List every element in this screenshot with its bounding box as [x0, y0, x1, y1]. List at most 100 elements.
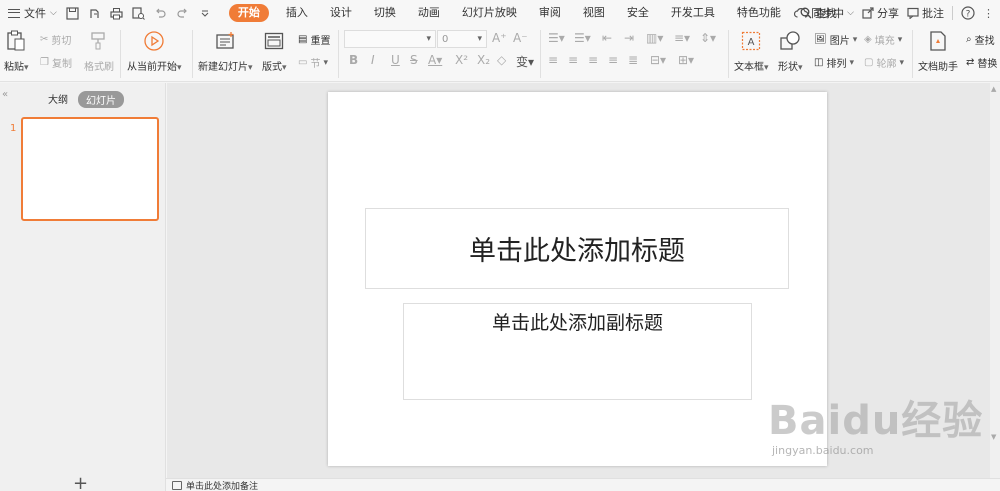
redo-icon[interactable] [175, 5, 191, 21]
textbox-icon: A [740, 30, 762, 52]
tab-insert[interactable]: 插入 [275, 0, 319, 26]
doc-assistant-label: 文档助手 [918, 62, 958, 73]
font-size-select[interactable]: 0 ▾ [437, 30, 487, 48]
align-text-icon[interactable]: ⊟▾ [650, 53, 666, 67]
tab-slides[interactable]: 幻灯片 [78, 91, 124, 108]
text-direction-icon[interactable]: ⇕▾ [700, 31, 716, 45]
divider [952, 6, 953, 20]
undo-icon[interactable] [153, 5, 169, 21]
scroll-down-icon[interactable]: ▼ [991, 433, 996, 441]
shape-button[interactable]: 形状▾ [778, 30, 803, 73]
tab-home[interactable]: 开始 [228, 4, 269, 22]
cut-button[interactable]: ✂ 剪切 [40, 32, 71, 47]
reset-button[interactable]: ▤ 重置 [298, 32, 330, 47]
font-family-select[interactable]: ▾ [344, 30, 436, 48]
numbering-icon[interactable]: ☰▾ [574, 31, 591, 45]
notes-placeholder: 单击此处添加备注 [186, 481, 259, 491]
copy-label: 复制 [51, 59, 72, 70]
decrease-font-icon[interactable]: A⁻ [513, 31, 528, 45]
doc-assistant-button[interactable]: 文档助手 [918, 30, 958, 73]
bold-icon[interactable]: B [349, 53, 358, 67]
from-current-label: 从当前开始 [127, 62, 177, 73]
character-transform-icon[interactable]: 变▾ [516, 53, 534, 70]
file-menu[interactable]: 文件 ⌵ [0, 0, 57, 26]
from-current-button[interactable]: 从当前开始▾ [127, 30, 182, 73]
tab-transition[interactable]: 切换 [363, 0, 407, 26]
share-button[interactable]: 分享 [862, 5, 899, 21]
export-icon[interactable] [87, 5, 103, 21]
increase-font-icon[interactable]: A⁺ [492, 31, 507, 45]
title-placeholder[interactable]: 单击此处添加标题 [365, 208, 789, 289]
columns-icon[interactable]: ▥▾ [646, 31, 663, 45]
superscript-icon[interactable]: X² [455, 53, 468, 67]
bullets-icon[interactable]: ☰▾ [548, 31, 565, 45]
new-slide-button[interactable]: 新建幻灯片▾ [198, 30, 253, 73]
shape-icon [779, 30, 801, 52]
replace-button[interactable]: ⇄ 替换 [966, 55, 997, 70]
paste-label: 粘贴 [4, 62, 24, 73]
align-left-icon[interactable]: ≡ [548, 53, 558, 67]
more-icon[interactable]: ⋮ [983, 7, 994, 20]
copy-icon: ❐ [40, 57, 49, 68]
vertical-scrollbar[interactable]: ▲ ▼ [990, 83, 1000, 478]
subtitle-placeholder[interactable]: 单击此处添加副标题 [403, 303, 752, 400]
save-icon[interactable] [65, 5, 81, 21]
customize-toolbar-icon[interactable] [197, 5, 213, 21]
arrange-button[interactable]: ◫ 排列 ▾ [814, 55, 854, 70]
decrease-indent-icon[interactable]: ⇤ [602, 31, 612, 45]
tab-slideshow[interactable]: 幻灯片放映 [451, 0, 528, 26]
layout-button[interactable]: 版式▾ [262, 30, 287, 73]
ribbon-home: 粘贴▾ ✂ 剪切 ❐ 复制 格式刷 从当前开始▾ 新建幻灯片▾ 版式▾ ▤ 重置… [0, 26, 1000, 82]
tab-security[interactable]: 安全 [616, 0, 660, 26]
find-button[interactable]: ⌕ 查找 [966, 32, 995, 47]
align-center-icon[interactable]: ≡ [568, 53, 578, 67]
tab-view[interactable]: 视图 [572, 0, 616, 26]
tab-developer[interactable]: 开发工具 [660, 0, 726, 26]
tab-special[interactable]: 特色功能 [726, 0, 792, 26]
picture-button[interactable]: 🖼 图片 ▾ [814, 32, 857, 47]
underline-icon[interactable]: U [391, 53, 400, 67]
italic-icon[interactable]: I [371, 53, 375, 67]
tab-review[interactable]: 审阅 [528, 0, 572, 26]
paste-button[interactable]: 粘贴▾ [4, 30, 29, 73]
line-spacing-icon[interactable]: ≡▾ [674, 31, 690, 45]
new-slide-icon [214, 30, 236, 52]
slide[interactable]: 单击此处添加标题 单击此处添加副标题 [328, 92, 827, 466]
slide-thumbnail[interactable] [21, 117, 159, 221]
comment-button[interactable]: 批注 [907, 5, 944, 21]
tab-animation[interactable]: 动画 [407, 0, 451, 26]
section-button[interactable]: ▭ 节 ▾ [298, 55, 328, 70]
subscript-icon[interactable]: X₂ [477, 53, 490, 67]
align-right-icon[interactable]: ≡ [588, 53, 598, 67]
distribute-icon[interactable]: ≣ [628, 53, 638, 67]
file-menu-label: 文件 [24, 7, 46, 20]
fill-button[interactable]: ◈ 填充 ▾ [864, 32, 902, 47]
increase-indent-icon[interactable]: ⇥ [624, 31, 634, 45]
textbox-button[interactable]: A 文本框▾ [734, 30, 769, 73]
outline-button[interactable]: ▢ 轮廓 ▾ [864, 55, 904, 70]
slide-canvas: 单击此处添加标题 单击此处添加副标题 [167, 83, 990, 478]
search-icon: ⌕ [966, 34, 972, 45]
font-color-icon[interactable]: A▾ [428, 53, 442, 67]
clear-format-icon[interactable]: ◇ [497, 53, 506, 67]
plus-icon[interactable]: + [73, 473, 88, 491]
menu-right-actions: 同步中 ⌵ 分享 批注 ? ⋮ [794, 0, 1000, 26]
sync-button[interactable]: 同步中 ⌵ [794, 5, 854, 21]
format-painter-button[interactable]: 格式刷 [84, 30, 114, 73]
print-icon[interactable] [109, 5, 125, 21]
scroll-up-icon[interactable]: ▲ [991, 85, 996, 93]
copy-button[interactable]: ❐ 复制 [40, 55, 72, 70]
cut-label: 剪切 [51, 36, 72, 47]
smart-art-icon[interactable]: ⊞▾ [678, 53, 694, 67]
collapse-panel-icon[interactable]: « [2, 89, 8, 100]
help-button[interactable]: ? [961, 6, 975, 20]
fill-icon: ◈ [864, 34, 872, 45]
tab-design[interactable]: 设计 [319, 0, 363, 26]
justify-icon[interactable]: ≡ [608, 53, 618, 67]
notes-bar[interactable]: 单击此处添加备注 [166, 478, 1000, 491]
print-preview-icon[interactable] [131, 5, 147, 21]
presentation-app: 文件 ⌵ 开始 插入 设计 切换 动画 幻灯片放映 审阅 视图 安全 开发工具 … [0, 0, 1000, 491]
tab-outline[interactable]: 大纲 [48, 91, 68, 106]
strikethrough-icon[interactable]: S [410, 53, 418, 67]
chevron-down-icon: ⌵ [50, 8, 57, 18]
